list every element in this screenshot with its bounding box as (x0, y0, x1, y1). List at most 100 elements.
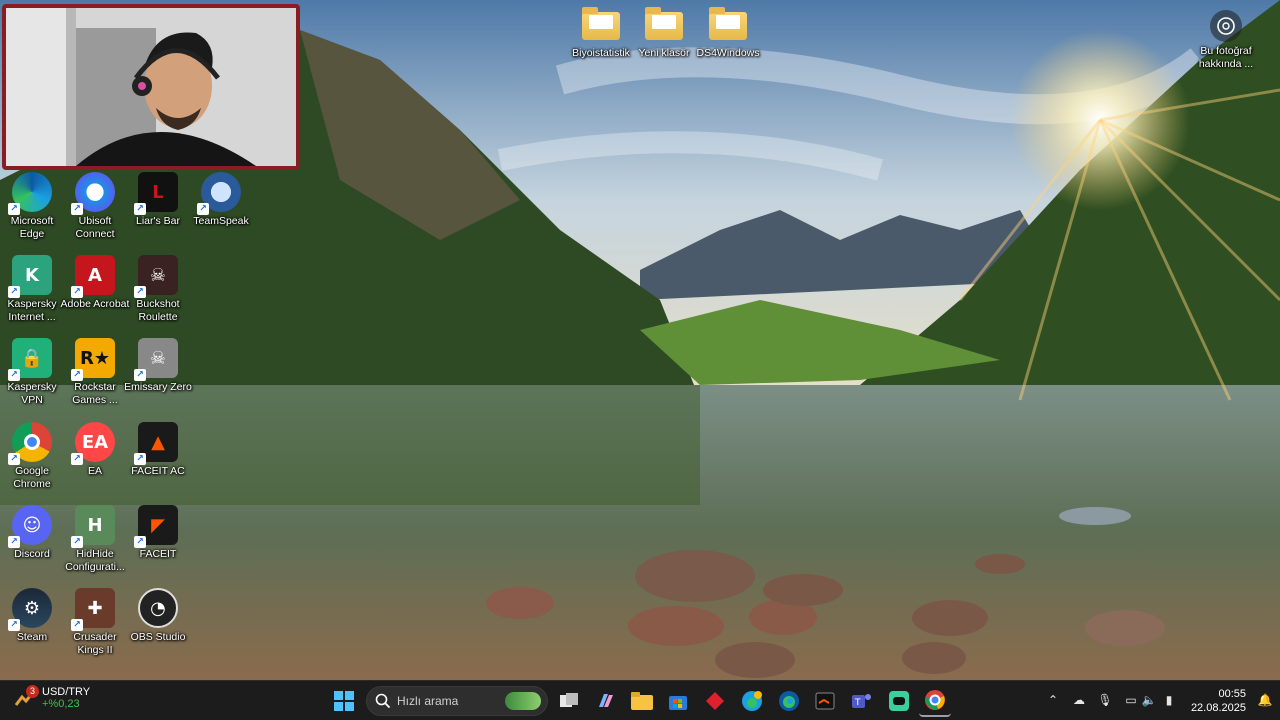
camera-info-icon (1210, 10, 1242, 42)
desktop-icon-obs-studio[interactable]: ◔ OBS Studio (126, 588, 190, 644)
edge-icon: ↗ (8, 172, 52, 215)
icon-label: FACEIT AC (131, 465, 185, 477)
icon-label: Ubisoft Connect (75, 215, 115, 240)
icon-label: Kaspersky VPN (7, 381, 57, 406)
battery-icon[interactable]: ▮ (1160, 691, 1178, 709)
kaspersky-vpn-icon: 🔒 ↗ (8, 338, 52, 381)
copilot-button[interactable] (590, 685, 622, 717)
kaspersky-icon: K ↗ (8, 255, 52, 298)
volume-icon[interactable]: 🔈 (1140, 691, 1158, 709)
folder-biyoistatistik[interactable]: Biyoistatistik (569, 6, 633, 60)
desktop-icon-microsoft-edge[interactable]: ↗ Microsoft Edge (0, 172, 64, 241)
network-icon[interactable]: ▭ (1122, 691, 1140, 709)
edge-icon (779, 691, 799, 711)
chrome-icon: ↗ (8, 422, 52, 465)
search-highlight-icon (505, 692, 541, 710)
notification-bell-icon[interactable]: 🔔 (1256, 691, 1274, 709)
cloud-icon[interactable]: ☁ (1070, 691, 1088, 709)
teamspeak-icon: ↗ (197, 172, 241, 215)
desktop: Biyoistatistik Yeni klasör DS4Windows Bu… (0, 0, 1280, 680)
chevron-up-icon[interactable]: ⌃ (1044, 691, 1062, 709)
desktop-icon-steam[interactable]: ⚙ ↗ Steam (0, 588, 64, 644)
desktop-icon-ubisoft-connect[interactable]: @ ↗ Ubisoft Connect (63, 172, 127, 241)
desktop-icon-buckshot-roulette[interactable]: ☠ ↗ Buckshot Roulette (126, 255, 190, 324)
desktop-icon-google-chrome[interactable]: ↗ Google Chrome (0, 422, 64, 491)
icon-label: Google Chrome (13, 465, 51, 490)
icon-label: TeamSpeak (193, 215, 249, 227)
desktop-icon-discord[interactable]: ☺ ↗ Discord (0, 505, 64, 561)
icon-label: OBS Studio (130, 631, 186, 643)
folder-icon (582, 7, 620, 40)
teams-button[interactable]: T (846, 685, 878, 717)
desktop-icon-kaspersky-internet[interactable]: K ↗ Kaspersky Internet ... (0, 255, 64, 324)
app-red-button[interactable] (699, 685, 731, 717)
icon-label: Adobe Acrobat (60, 298, 130, 310)
edge-button[interactable] (773, 685, 805, 717)
faceit-icon: ◤ ↗ (134, 505, 178, 548)
icon-label: Emissary Zero (124, 381, 192, 393)
stocks-change: +%0,23 (42, 698, 80, 710)
obs-icon: ◔ (138, 588, 178, 628)
edge-beta-icon (742, 691, 762, 711)
desktop-icon-kaspersky-vpn[interactable]: 🔒 ↗ Kaspersky VPN (0, 338, 64, 407)
folder-ds4windows[interactable]: DS4Windows (696, 6, 760, 60)
liars-bar-icon: L ↗ (134, 172, 178, 215)
rockstar-icon: R★ ↗ (71, 338, 115, 381)
folder-icon (631, 692, 653, 710)
chrome-button[interactable] (919, 685, 951, 717)
desktop-icon-ea[interactable]: EA ↗ EA (63, 422, 127, 478)
icon-label: FACEIT (139, 548, 177, 560)
notification-badge: 3 (26, 685, 39, 698)
icon-label: Kaspersky Internet ... (7, 298, 57, 323)
desktop-icon-teamspeak[interactable]: ↗ TeamSpeak (189, 172, 253, 228)
teams-icon: T (852, 694, 871, 708)
store-icon (669, 696, 687, 710)
microphone-icon[interactable]: 🎙 (1096, 691, 1114, 709)
start-button[interactable] (328, 685, 360, 717)
folder-icon (645, 7, 683, 40)
discord-button[interactable] (883, 685, 915, 717)
search-placeholder: Hızlı arama (397, 694, 459, 708)
desktop-icon-crusader-kings[interactable]: ✚ ↗ Crusader Kings II (63, 588, 127, 657)
buckshot-icon: ☠ ↗ (134, 255, 178, 298)
clock[interactable]: 00:55 22.08.2025 (1191, 687, 1246, 715)
desktop-icon-faceit[interactable]: ◤ ↗ FACEIT (126, 505, 190, 561)
terminal-button[interactable] (809, 685, 841, 717)
desktop-icon-rockstar-games[interactable]: R★ ↗ Rockstar Games ... (63, 338, 127, 407)
acrobat-icon: A ↗ (71, 255, 115, 298)
webcam-overlay (2, 4, 300, 170)
desktop-icon-emissary-zero[interactable]: ☠ ↗ Emissary Zero (124, 338, 192, 394)
icon-label: Buckshot Roulette (136, 298, 180, 323)
folder-label: Biyoistatistik (572, 47, 630, 59)
icon-label: EA (87, 465, 102, 477)
emissary-icon: ☠ ↗ (134, 338, 178, 381)
icon-label: Steam (16, 631, 48, 643)
steam-icon: ⚙ ↗ (8, 588, 52, 631)
desktop-icon-hidhide[interactable]: H ↗ HidHide Configurati... (63, 505, 127, 574)
faceit-ac-icon: ▲ ↗ (134, 422, 178, 465)
folder-yeni-klasor[interactable]: Yeni klasör (632, 6, 696, 60)
task-view-button[interactable] (553, 685, 585, 717)
discord-icon (889, 691, 909, 711)
icon-label: Crusader Kings II (73, 631, 117, 656)
file-explorer-button[interactable] (626, 685, 658, 717)
diamond-icon (706, 692, 724, 710)
chrome-icon (925, 690, 945, 710)
clock-date: 22.08.2025 (1190, 702, 1246, 714)
desktop-icon-adobe-acrobat[interactable]: A ↗ Adobe Acrobat (60, 255, 130, 311)
store-button[interactable] (662, 685, 694, 717)
desktop-icon-faceit-ac[interactable]: ▲ ↗ FACEIT AC (126, 422, 190, 478)
clock-time: 00:55 (1218, 688, 1246, 700)
system-tray: ⌃ ☁ 🎙 ▭ 🔈 ▮ 00:55 22.08.2025 🔔 (1040, 681, 1280, 720)
search-icon (375, 693, 391, 709)
windows-icon (334, 691, 354, 711)
desktop-icon-liars-bar[interactable]: L ↗ Liar's Bar (126, 172, 190, 228)
edge-beta-button[interactable] (736, 685, 768, 717)
folder-label: Yeni klasör (638, 47, 690, 59)
search-box[interactable]: Hızlı arama (366, 686, 548, 716)
stocks-title: USD/TRY (42, 686, 91, 698)
task-view-icon (560, 693, 578, 707)
about-photo-button[interactable]: Bu fotoğraf hakkında ... (1186, 10, 1266, 71)
stocks-widget[interactable]: 3 USD/TRY +%0,23 (14, 685, 91, 710)
hidhide-icon: H ↗ (71, 505, 115, 548)
